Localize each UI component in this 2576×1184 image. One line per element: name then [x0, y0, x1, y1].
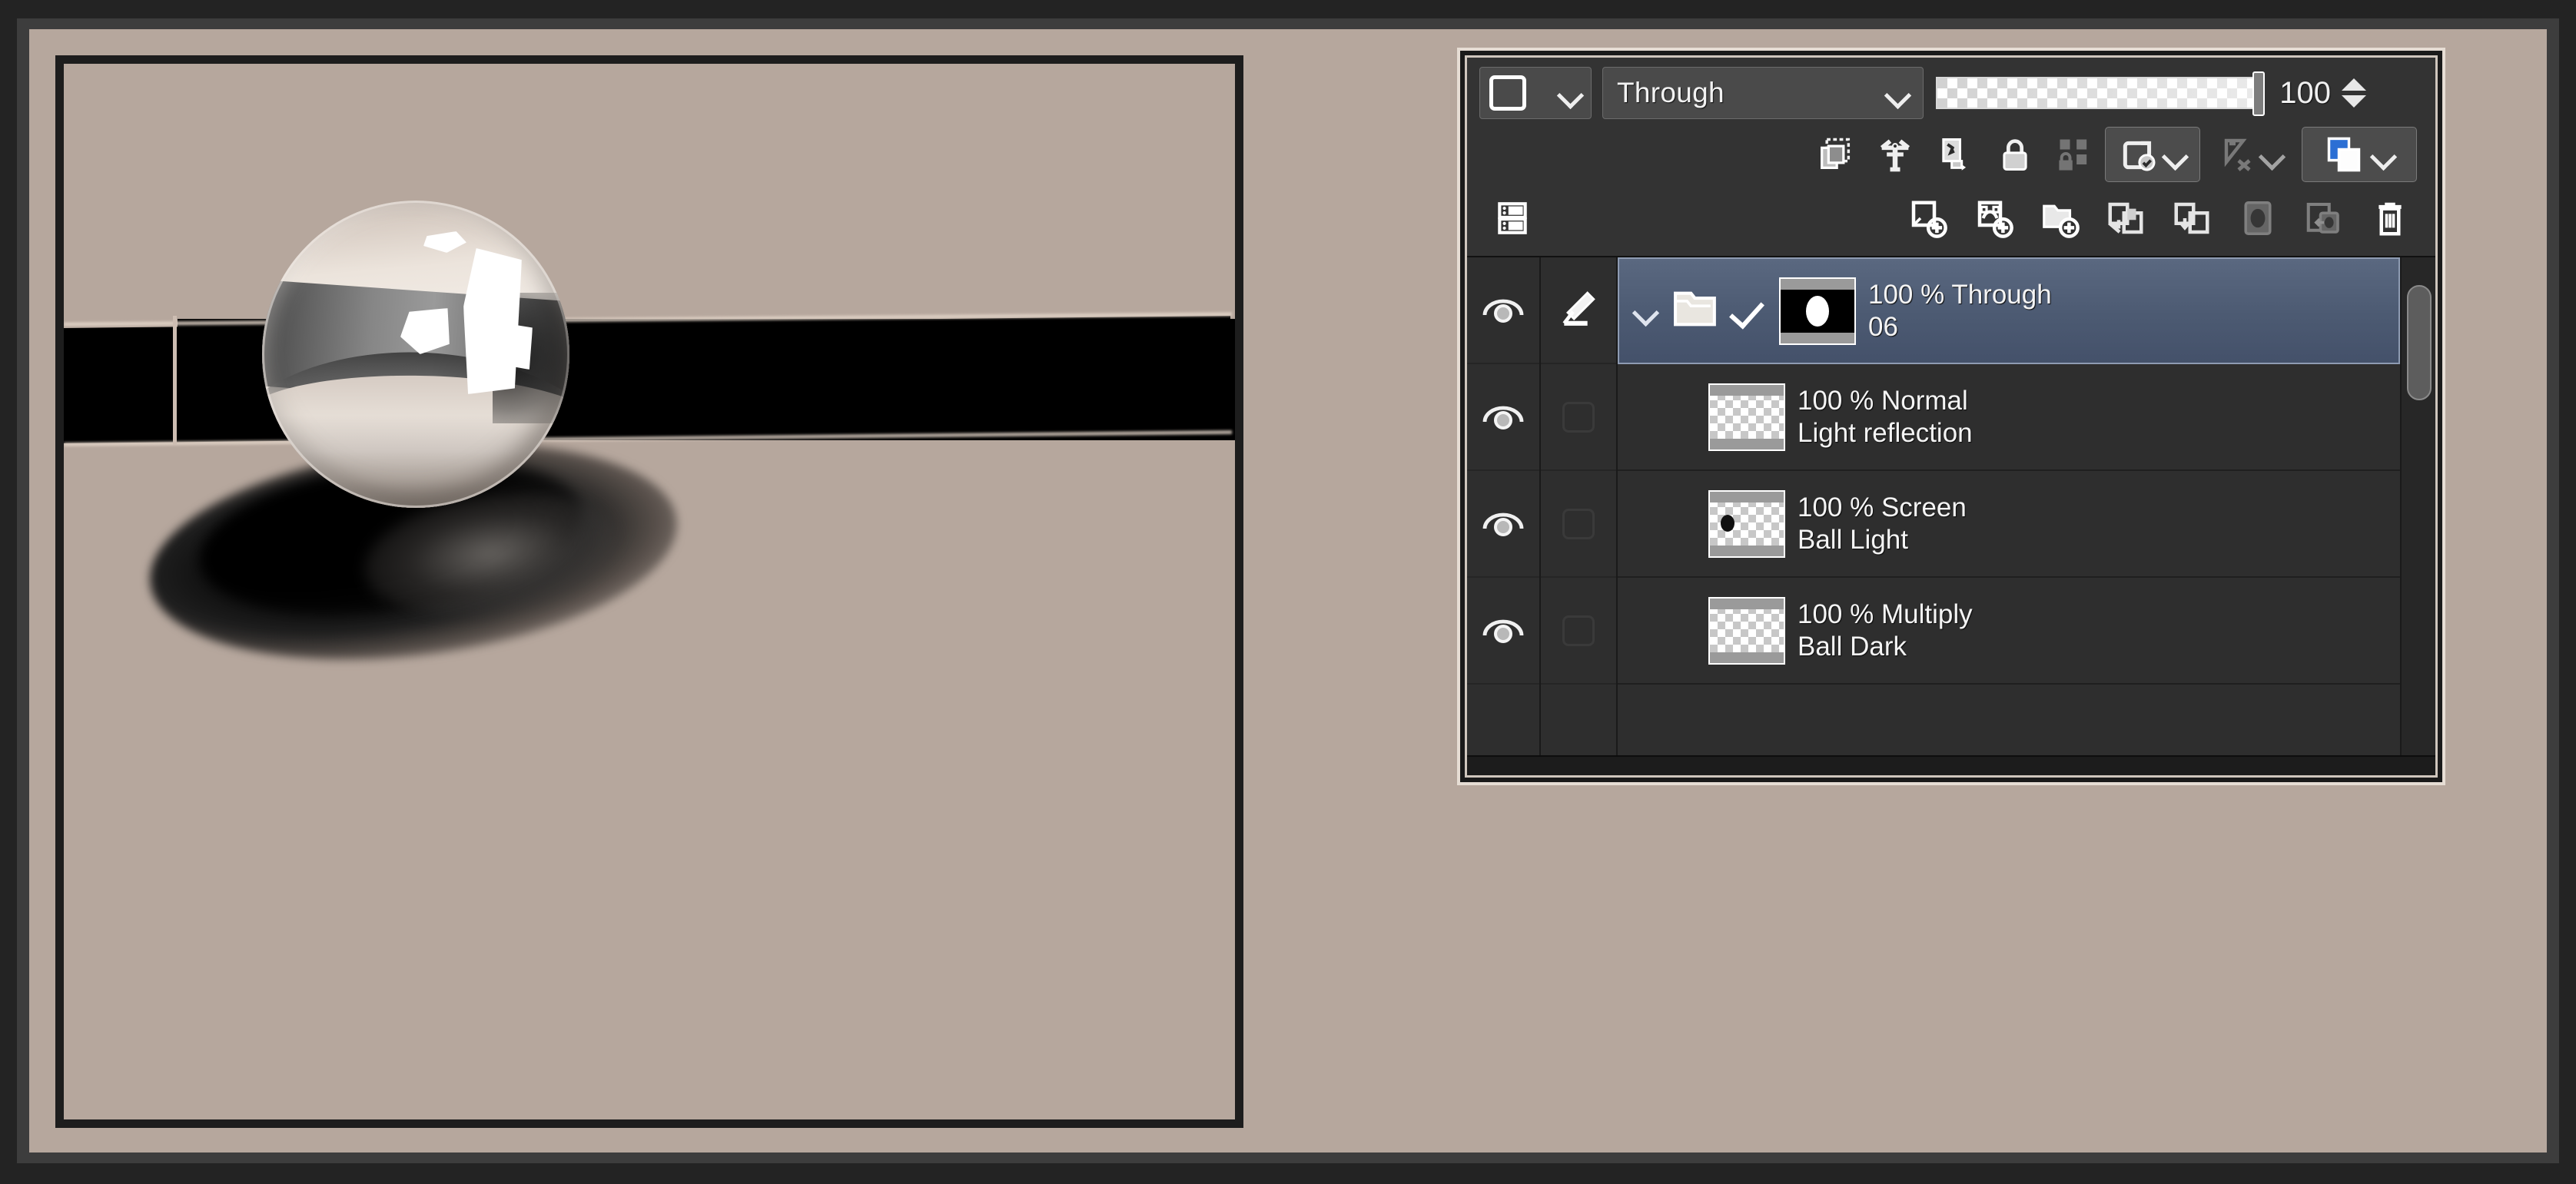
edit-pencil-icon[interactable]: [1557, 287, 1600, 333]
visibility-cell[interactable]: [1467, 257, 1539, 364]
drawing-canvas[interactable]: [64, 64, 1235, 1119]
eye-icon[interactable]: [1482, 509, 1525, 539]
chevron-down-icon[interactable]: [2372, 148, 2395, 161]
layer-toolbar-row-3: [1467, 185, 2435, 256]
edit-cell[interactable]: [1541, 578, 1616, 685]
no-draw-icon[interactable]: [2200, 127, 2302, 182]
layer-row[interactable]: 100 % Through 06: [1618, 257, 2400, 364]
opacity-slider[interactable]: [1936, 71, 2265, 116]
layer-row[interactable]: 100 % Normal Light reflection: [1618, 364, 2400, 471]
layer-blend-mode: 100 % Screen: [1798, 493, 1967, 523]
clip-to-layer-below-icon[interactable]: [1805, 127, 1865, 182]
grid-lock-icon[interactable]: [2045, 127, 2105, 182]
layer-thumbnail[interactable]: [1708, 596, 1785, 665]
layer-info: 100 % Through 06: [1868, 280, 2052, 340]
layer-edit-column: [1541, 257, 1618, 755]
layer-toolbar-row-2: [1467, 124, 2435, 185]
visibility-cell[interactable]: [1467, 578, 1539, 685]
chevron-down-icon[interactable]: [1559, 86, 1582, 100]
lock-layer-icon[interactable]: [1985, 127, 2045, 182]
visibility-cell[interactable]: [1467, 471, 1539, 578]
canvas-frame-inner: [55, 55, 1243, 1128]
ball-highlight-lower: [493, 322, 533, 370]
spinner-down-icon[interactable]: [2342, 95, 2366, 108]
layer-thumbnail[interactable]: [1779, 277, 1856, 345]
chevron-down-icon[interactable]: [2260, 148, 2283, 161]
layer-palette-window: Through 100 100 % Through 06 100 % Norma…: [1457, 48, 2445, 785]
opacity-slider-thumb[interactable]: [2252, 71, 2265, 116]
transfer-down-icon[interactable]: [2093, 188, 2159, 248]
layer-list[interactable]: 100 % Through 06 100 % Normal Light refl…: [1467, 256, 2435, 755]
visibility-cell[interactable]: [1467, 364, 1539, 471]
screenshot-root: Through 100 100 % Through 06 100 % Norma…: [0, 0, 2576, 1184]
layer-visibility-column: [1467, 257, 1541, 755]
edit-cell[interactable]: [1541, 257, 1616, 364]
folder-icon: [1671, 287, 1722, 335]
mask-to-selection-icon[interactable]: [2291, 188, 2357, 248]
layer-name: Ball Light: [1798, 524, 1908, 555]
edit-placeholder-icon[interactable]: [1562, 401, 1595, 433]
mask-swatch-icon: [1489, 75, 1526, 111]
layer-list-scrollbar[interactable]: [2400, 257, 2435, 755]
eye-icon[interactable]: [1482, 615, 1525, 646]
new-raster-layer-icon[interactable]: [1894, 188, 1960, 248]
layer-thumbnail[interactable]: [1708, 489, 1785, 558]
new-layer-folder-icon[interactable]: [2027, 188, 2093, 248]
lock-transparent-pixels-icon[interactable]: [1925, 127, 1985, 182]
layer-name: 06: [1868, 311, 1898, 342]
layer-row[interactable]: 100 % Multiply Ball Dark: [1618, 578, 2400, 685]
layer-row[interactable]: 100 % Screen Ball Light: [1618, 471, 2400, 578]
layer-properties-icon[interactable]: [1479, 188, 1545, 248]
edit-placeholder-icon[interactable]: [1562, 508, 1595, 539]
layer-info: 100 % Multiply Ball Dark: [1798, 600, 1973, 660]
layer-blend-mode: 100 % Through: [1868, 280, 2052, 310]
delete-layer-icon[interactable]: [2357, 188, 2423, 248]
opacity-value: 100: [2279, 75, 2331, 110]
layer-info: 100 % Screen Ball Light: [1798, 493, 1967, 553]
layer-info: 100 % Normal Light reflection: [1798, 386, 1973, 446]
palette-bottom-edge: [1467, 755, 2435, 775]
edit-cell[interactable]: [1541, 364, 1616, 471]
blend-mode-label: Through: [1617, 77, 1725, 108]
check-icon[interactable]: [1734, 294, 1767, 329]
layer-blend-mode: 100 % Normal: [1798, 386, 1968, 416]
layer-mask-icon[interactable]: [2225, 188, 2291, 248]
combine-down-icon[interactable]: [2159, 188, 2225, 248]
mask-mode-dropdown[interactable]: [1479, 67, 1592, 119]
chevron-down-icon[interactable]: [2163, 148, 2186, 161]
edit-placeholder-icon[interactable]: [1562, 615, 1595, 646]
eye-icon[interactable]: [1482, 402, 1525, 433]
layer-name: Light reflection: [1798, 417, 1973, 448]
layer-rows-column: 100 % Through 06 100 % Normal Light refl…: [1618, 257, 2400, 755]
chevron-down-icon[interactable]: [1886, 86, 1909, 100]
layer-name: Ball Dark: [1798, 631, 1907, 662]
eye-icon[interactable]: [1482, 295, 1525, 326]
mask-oval: [1806, 295, 1829, 327]
layer-toolbar-row-1: Through 100: [1467, 58, 2435, 124]
opacity-control[interactable]: 100: [1936, 71, 2366, 116]
band-divider-gap: [173, 316, 177, 445]
opacity-spinner[interactable]: [2342, 78, 2366, 108]
new-vector-layer-icon[interactable]: [1960, 188, 2027, 248]
chrome-ball: [262, 201, 569, 508]
layer-thumbnail[interactable]: [1708, 383, 1785, 451]
ruler-icon[interactable]: [1865, 127, 1925, 182]
layer-blend-mode: 100 % Multiply: [1798, 599, 1973, 630]
blend-mode-dropdown[interactable]: Through: [1602, 67, 1924, 119]
layer-palette: Through 100 100 % Through 06 100 % Norma…: [1465, 55, 2438, 778]
thumbnail-content-dot: [1721, 514, 1734, 532]
ball-highlight-window: [463, 248, 522, 394]
scrollbar-thumb[interactable]: [2407, 285, 2432, 400]
edit-cell[interactable]: [1541, 471, 1616, 578]
layer-color-icon[interactable]: [2105, 127, 2200, 182]
canvas-frame: [46, 46, 1253, 1137]
chevron-down-icon[interactable]: [1633, 303, 1659, 319]
spinner-up-icon[interactable]: [2342, 78, 2366, 91]
layer-palette-color-icon[interactable]: [2302, 127, 2417, 182]
